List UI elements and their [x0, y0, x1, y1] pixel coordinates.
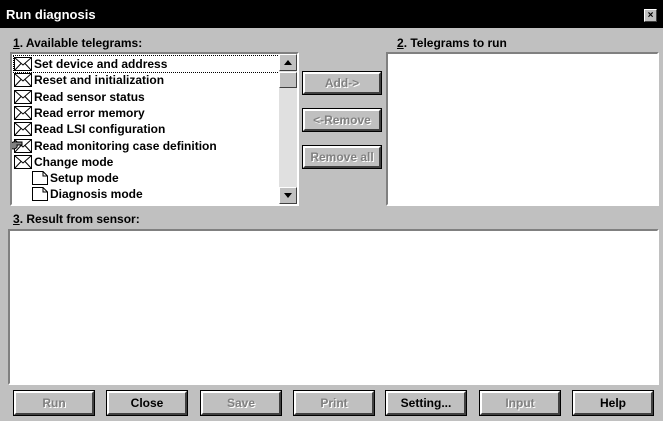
- help-button[interactable]: Help: [572, 390, 654, 416]
- input-button-label: Input: [505, 396, 535, 410]
- save-button[interactable]: Save: [200, 390, 282, 416]
- help-button-label: Help: [599, 396, 626, 410]
- list-item-label: Diagnosis mode: [50, 187, 143, 202]
- run-button[interactable]: Run: [13, 390, 95, 416]
- available-list-items: Set device and address Reset and initiali…: [12, 54, 279, 204]
- run-button-label: Run: [42, 396, 66, 410]
- list-item-label: Read error memory: [34, 105, 145, 120]
- list-item-label: Read sensor status: [34, 89, 145, 104]
- setting-button-label: Setting...: [400, 396, 452, 410]
- list-item[interactable]: Diagnosis mode: [32, 186, 279, 202]
- list-item-label: Setup mode: [50, 171, 119, 186]
- list-item[interactable]: Setup mode: [32, 170, 279, 186]
- telegrams-to-run-list[interactable]: [386, 52, 659, 206]
- list-item[interactable]: Reset and initialization: [14, 72, 279, 88]
- remove-button[interactable]: <-Remove: [302, 108, 382, 132]
- window-title: Run diagnosis: [6, 7, 96, 22]
- add-button-label: Add->: [324, 76, 360, 90]
- save-button-label: Save: [226, 396, 256, 410]
- available-mnemonic: 1: [13, 36, 20, 50]
- list-item-label: Read monitoring case definition: [34, 138, 217, 153]
- available-telegrams-list[interactable]: Set device and address Reset and initiali…: [10, 52, 299, 206]
- input-button[interactable]: Input: [479, 390, 561, 416]
- list-item[interactable]: Read error memory: [14, 105, 279, 121]
- close-icon: ×: [647, 10, 654, 21]
- scroll-down-button[interactable]: [279, 187, 297, 204]
- arrow-up-icon: [284, 60, 292, 65]
- telegrams-to-run-label: 2. Telegrams to run: [397, 36, 507, 50]
- result-label: 3. Result from sensor:: [13, 212, 140, 226]
- list-item-label: Set device and address: [34, 57, 168, 71]
- list-item-label: Reset and initialization: [34, 73, 165, 88]
- torun-mnemonic: 2: [397, 36, 404, 50]
- close-window-button[interactable]: ×: [644, 9, 657, 22]
- setting-button[interactable]: Setting...: [385, 390, 467, 416]
- list-item-label: Read LSI configuration: [34, 122, 166, 137]
- title-bar: Run diagnosis ×: [0, 0, 663, 28]
- result-text-area[interactable]: [8, 229, 659, 385]
- remove-button-label: <-Remove: [313, 113, 371, 127]
- list-item[interactable]: Read LSI configuration: [14, 121, 279, 137]
- scroll-up-button[interactable]: [279, 54, 297, 71]
- arrow-down-icon: [284, 193, 292, 198]
- torun-label-text: . Telegrams to run: [403, 36, 507, 50]
- available-label-text: . Available telegrams:: [19, 36, 143, 50]
- print-button-label: Print: [320, 396, 348, 410]
- list-item[interactable]: Set device and address: [13, 55, 279, 73]
- remove-all-button-label: Remove all: [310, 150, 374, 164]
- result-mnemonic: 3: [13, 212, 20, 226]
- available-telegrams-label: 1. Available telegrams:: [13, 36, 142, 50]
- list-item[interactable]: Read monitoring case definition: [12, 138, 279, 154]
- list-item[interactable]: Read sensor status: [14, 89, 279, 105]
- print-button[interactable]: Print: [293, 390, 375, 416]
- list-item-label: Change mode: [34, 154, 114, 169]
- list-item[interactable]: Change mode: [14, 154, 279, 170]
- result-label-text: . Result from sensor:: [19, 212, 140, 226]
- scroll-thumb[interactable]: [279, 72, 297, 88]
- list-scrollbar[interactable]: [279, 54, 297, 204]
- remove-all-button[interactable]: Remove all: [302, 145, 382, 169]
- add-button[interactable]: Add->: [302, 71, 382, 95]
- close-button[interactable]: Close: [106, 390, 188, 416]
- close-button-label: Close: [130, 396, 164, 410]
